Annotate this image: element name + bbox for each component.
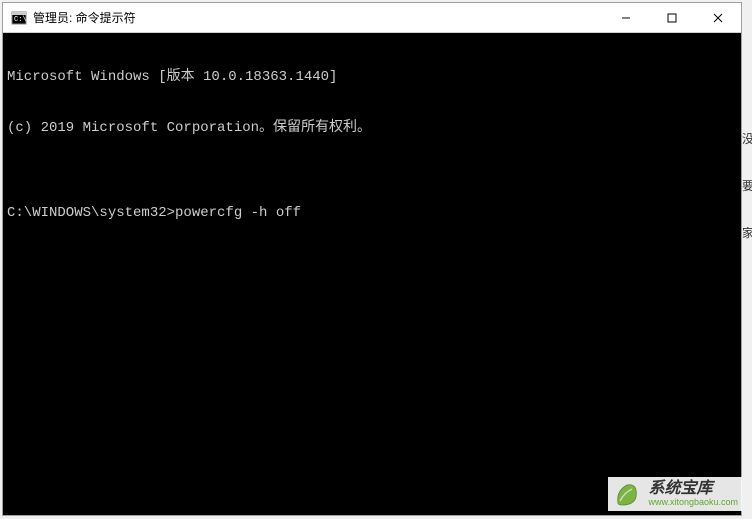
window-controls bbox=[603, 3, 741, 32]
maximize-button[interactable] bbox=[649, 3, 695, 33]
titlebar[interactable]: C:\ 管理员: 命令提示符 bbox=[3, 3, 741, 33]
watermark: 系统宝库 www.xitongbaoku.com bbox=[608, 477, 742, 511]
command-prompt-window: C:\ 管理员: 命令提示符 Microsoft Windows [版本 10.… bbox=[2, 2, 742, 516]
edge-char: 家 bbox=[742, 224, 752, 241]
leaf-icon bbox=[612, 479, 642, 509]
watermark-url: www.xitongbaoku.com bbox=[648, 498, 738, 508]
watermark-title: 系统宝库 bbox=[648, 480, 738, 498]
svg-text:C:\: C:\ bbox=[14, 16, 27, 24]
terminal-output-line: (c) 2019 Microsoft Corporation。保留所有权利。 bbox=[7, 120, 737, 137]
edge-char: 要 bbox=[742, 177, 752, 194]
cropped-edge-text: 没 要 家 bbox=[742, 130, 752, 241]
close-button[interactable] bbox=[695, 3, 741, 33]
edge-char: 没 bbox=[742, 130, 752, 147]
terminal-area[interactable]: Microsoft Windows [版本 10.0.18363.1440] (… bbox=[3, 33, 741, 515]
window-title: 管理员: 命令提示符 bbox=[33, 9, 603, 26]
terminal-prompt-line: C:\WINDOWS\system32>powercfg -h off bbox=[7, 205, 737, 222]
watermark-text: 系统宝库 www.xitongbaoku.com bbox=[648, 480, 738, 507]
terminal-output-line: Microsoft Windows [版本 10.0.18363.1440] bbox=[7, 69, 737, 86]
cmd-icon: C:\ bbox=[11, 10, 27, 26]
minimize-button[interactable] bbox=[603, 3, 649, 33]
